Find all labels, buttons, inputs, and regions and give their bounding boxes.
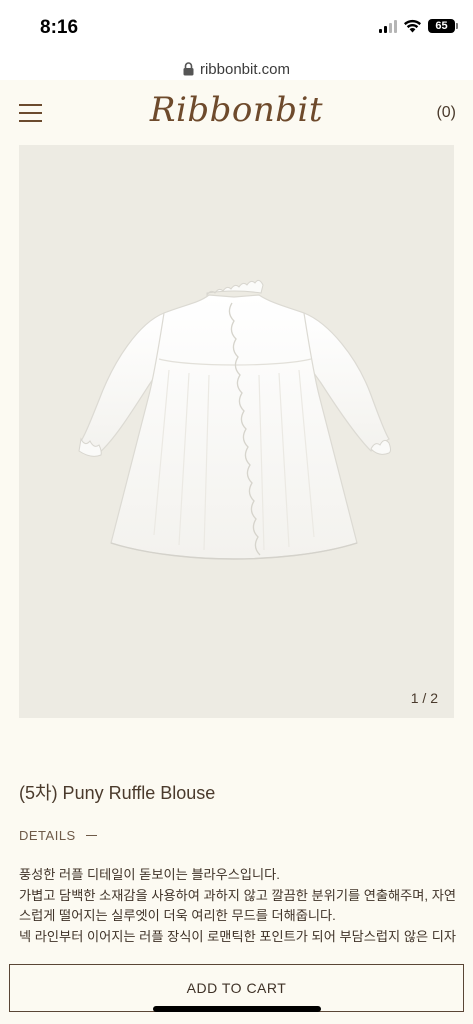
description-line: 풍성한 러플 디테일이 돋보이는 블라우스입니다. xyxy=(19,867,280,882)
wifi-icon xyxy=(404,19,421,33)
add-to-cart-button[interactable]: ADD TO CART xyxy=(9,964,464,1012)
status-icons: 65 xyxy=(379,19,458,33)
product-image[interactable]: 1 / 2 xyxy=(19,145,454,718)
blouse-illustration xyxy=(78,279,391,560)
status-bar: 8:16 65 xyxy=(0,0,473,58)
lock-icon xyxy=(183,62,194,76)
details-label: DETAILS xyxy=(19,828,76,843)
slide-counter: 1 / 2 xyxy=(410,690,438,706)
details-toggle[interactable]: DETAILS xyxy=(19,828,97,843)
description-line: 가볍고 담백한 소재감을 사용하여 과하지 않고 깔끔한 분위기를 연출해주며,… xyxy=(19,887,457,903)
product-title: (5차) Puny Ruffle Blouse xyxy=(19,783,216,803)
battery-level: 65 xyxy=(435,20,448,32)
cart-count[interactable]: (0) xyxy=(436,104,456,122)
cellular-signal-icon xyxy=(379,19,397,33)
description-line: 스럽게 떨어지는 실루엣이 더욱 여리한 무드를 더해줍니다. xyxy=(19,908,336,923)
bottom-bar: ADD TO CART xyxy=(0,952,473,1024)
collapse-dash-icon xyxy=(85,835,97,836)
battery-icon: 65 xyxy=(428,19,458,33)
description-line: 넥 라인부터 이어지는 러플 장식이 로맨틱한 포인트가 되어 부담스럽지 않은… xyxy=(19,928,457,944)
site-header: Ribbonbit (0) xyxy=(0,80,473,146)
home-indicator[interactable] xyxy=(153,1006,321,1012)
brand-logo[interactable]: Ribbonbit xyxy=(0,90,473,130)
product-description: 풍성한 러플 디테일이 돋보이는 블라우스입니다. 가볍고 담백한 소재감을 사… xyxy=(19,865,459,947)
status-time: 8:16 xyxy=(40,17,79,38)
url-text[interactable]: ribbonbit.com xyxy=(200,61,290,78)
url-bar[interactable]: ribbonbit.com xyxy=(0,58,473,80)
